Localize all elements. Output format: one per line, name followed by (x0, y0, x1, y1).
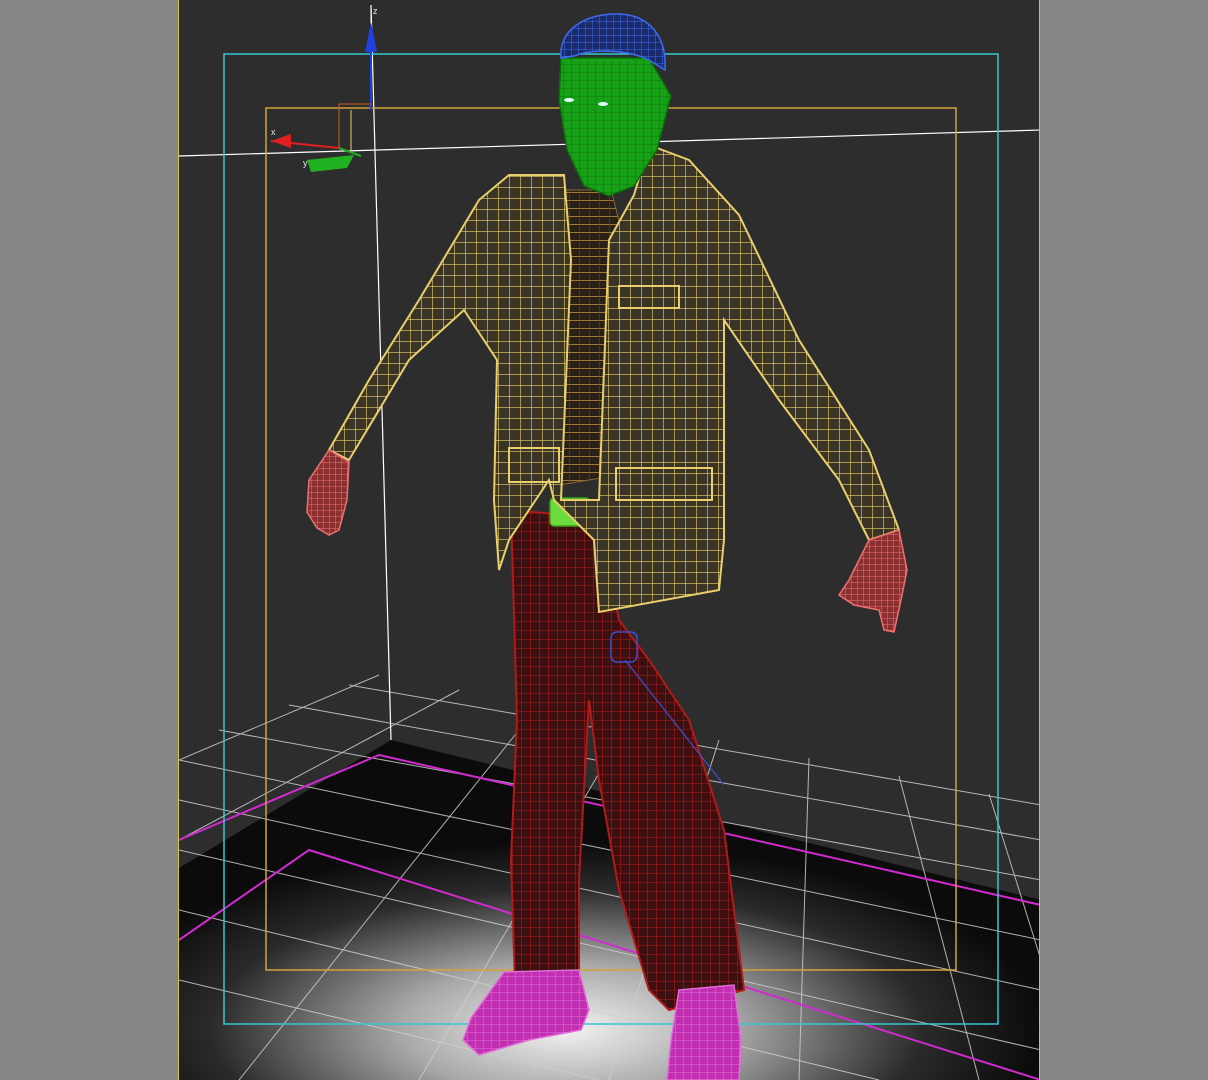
right-eye (598, 102, 608, 106)
right-hand-mesh[interactable] (837, 529, 908, 633)
viewport-canvas[interactable]: x y z (179, 0, 1040, 1080)
left-side-panel (0, 0, 178, 1080)
move-gizmo[interactable] (365, 5, 377, 110)
3d-application-window: x y z (0, 0, 1208, 1080)
x-axis-label: x (271, 127, 276, 137)
left-hand-mesh[interactable] (306, 448, 350, 536)
left-eye (564, 98, 574, 102)
y-plane-icon[interactable] (307, 155, 354, 172)
perspective-viewport[interactable]: x y z (178, 0, 1040, 1080)
axis-tripod[interactable]: x y z (270, 6, 378, 172)
z-axis-label: z (373, 6, 378, 16)
right-side-panel (1040, 0, 1208, 1080)
z-arrow-icon[interactable] (365, 22, 377, 52)
right-shoe-mesh[interactable] (666, 984, 742, 1080)
y-axis-label: y (303, 158, 308, 168)
